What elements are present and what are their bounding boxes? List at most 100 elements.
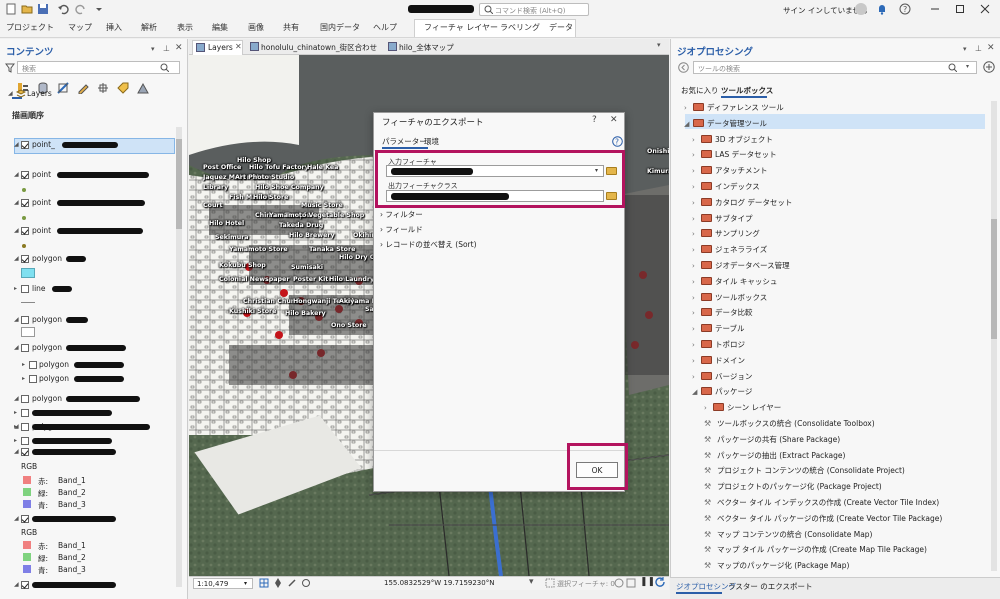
expand-arrow-icon[interactable]: ›: [692, 230, 701, 238]
expand-arrow-icon[interactable]: ◢: [14, 448, 19, 455]
tool-item[interactable]: ⚒ ベクター タイル インデックスの作成 (Create Vector Tile …: [704, 497, 939, 511]
chevron-down-icon[interactable]: ▾: [966, 63, 969, 70]
expand-arrow-icon[interactable]: ◢: [14, 316, 19, 323]
command-search[interactable]: コマンド検索 (Alt+Q): [479, 3, 589, 16]
pane-menu-icon[interactable]: ▾: [151, 45, 155, 53]
expand-arrow-icon[interactable]: ›: [692, 294, 701, 302]
pane-menu-icon[interactable]: ▾: [963, 45, 967, 53]
map-tab-layers[interactable]: Layers ✕: [192, 40, 243, 55]
collapse-arrow-icon[interactable]: ◢: [692, 388, 701, 396]
tab-help[interactable]: ヘルプ: [373, 22, 397, 33]
tab-analysis[interactable]: 解析: [141, 22, 157, 33]
tool-item[interactable]: ⚒ プロジェクト コンテンツの統合 (Consolidate Project): [704, 465, 905, 479]
toolset-item[interactable]: › シーン レイヤー: [704, 402, 781, 416]
snapping-icon[interactable]: [97, 82, 109, 94]
expand-arrow-icon[interactable]: ▸: [14, 437, 17, 444]
pin-icon[interactable]: ⊥: [975, 44, 982, 53]
layer-visibility-checkbox[interactable]: [21, 409, 29, 417]
layer-visibility-checkbox[interactable]: [21, 448, 29, 456]
expand-arrow-icon[interactable]: ›: [692, 309, 701, 317]
toolset-item[interactable]: › インデックス: [692, 181, 760, 195]
collapse-arrow-icon[interactable]: ◢: [8, 90, 13, 97]
expand-arrow-icon[interactable]: ›: [692, 167, 701, 175]
expand-arrow-icon[interactable]: ◢: [14, 255, 19, 262]
contents-search-input[interactable]: 検索: [17, 61, 180, 74]
toolset-item[interactable]: › アタッチメント: [692, 165, 768, 179]
toolset-item[interactable]: › テーブル: [692, 323, 745, 337]
expand-arrow-icon[interactable]: ›: [684, 104, 693, 112]
expand-arrow-icon[interactable]: ›: [692, 215, 701, 223]
labeling-icon[interactable]: [117, 82, 129, 94]
expand-arrow-icon[interactable]: ›: [692, 199, 701, 207]
tool-item[interactable]: ⚒ パッケージの共有 (Share Package): [704, 434, 840, 448]
expand-arrow-icon[interactable]: ›: [692, 136, 701, 144]
layer-visibility-checkbox[interactable]: [21, 227, 29, 235]
layer-visibility-checkbox[interactable]: [21, 581, 29, 589]
layer-visibility-checkbox[interactable]: [21, 395, 29, 403]
customize-qat-icon[interactable]: [93, 3, 105, 15]
toolset-item[interactable]: › データ比較: [692, 307, 753, 321]
tool-item[interactable]: ⚒ パッケージの抽出 (Extract Package): [704, 450, 845, 464]
expand-arrow-icon[interactable]: ▸: [22, 361, 25, 368]
maximize-icon[interactable]: [955, 4, 965, 14]
tab-view[interactable]: 表示: [177, 22, 193, 33]
toolset-item[interactable]: › LAS データセット: [692, 149, 777, 163]
tab-feature-layer[interactable]: フィーチャ レイヤー: [424, 22, 498, 33]
expand-arrow-icon[interactable]: ◢: [14, 141, 19, 148]
tool-item[interactable]: ⚒ マップのパッケージ化 (Package Map): [704, 560, 849, 574]
toolset-item[interactable]: › バージョン: [692, 371, 752, 385]
tool-help-icon[interactable]: ?: [612, 136, 623, 147]
section-sort[interactable]: › レコードの並べ替え (Sort): [380, 239, 477, 250]
close-tab-icon[interactable]: ✕: [235, 42, 242, 51]
expand-arrow-icon[interactable]: ◢: [14, 199, 19, 206]
toolset-item[interactable]: › 3D オブジェクト: [692, 134, 773, 148]
pin-icon[interactable]: ⊥: [163, 44, 170, 53]
toolset-item[interactable]: › タイル キャッシュ: [692, 276, 777, 290]
expand-arrow-icon[interactable]: ›: [692, 341, 701, 349]
tab-edit[interactable]: 編集: [212, 22, 228, 33]
tab-parameters[interactable]: パラメーター: [382, 136, 427, 147]
tab-map[interactable]: マップ: [68, 22, 92, 33]
pause-drawing-icon[interactable]: ❚❚: [640, 577, 655, 587]
toolset-item[interactable]: › ジオデータベース管理: [692, 260, 790, 274]
close-window-icon[interactable]: [980, 4, 990, 14]
section-filter[interactable]: › フィルター: [380, 209, 423, 220]
toolset-item[interactable]: › トポロジ: [692, 339, 745, 353]
toolset-item[interactable]: › カタログ データセット: [692, 197, 792, 211]
toolset-item[interactable]: ◢ データ管理ツール: [684, 118, 767, 132]
filter-icon[interactable]: [5, 63, 15, 73]
expand-arrow-icon[interactable]: ◢: [14, 344, 19, 351]
select-all-icon[interactable]: [545, 578, 555, 588]
tab-share[interactable]: 共有: [283, 22, 299, 33]
expand-arrow-icon[interactable]: ›: [692, 151, 701, 159]
toolset-item[interactable]: › ツールボックス: [692, 292, 767, 306]
new-project-icon[interactable]: [5, 3, 17, 15]
expand-arrow-icon[interactable]: ▸: [22, 375, 25, 382]
tab-toolboxes[interactable]: ツールボックス: [721, 85, 773, 96]
tool-item[interactable]: ⚒ ツールボックスの統合 (Consolidate Toolbox): [704, 418, 875, 432]
tab-favorites[interactable]: お気に入り: [681, 85, 719, 96]
tab-labeling[interactable]: ラベリング: [500, 22, 540, 33]
expand-arrow-icon[interactable]: ◢: [14, 395, 19, 402]
dialog-help-button[interactable]: ?: [592, 115, 597, 125]
layer-visibility-checkbox[interactable]: [21, 423, 29, 431]
add-icon[interactable]: [983, 61, 995, 73]
expand-arrow-icon[interactable]: ◢: [14, 581, 19, 588]
editing-icon[interactable]: [77, 82, 89, 94]
layer-visibility-checkbox[interactable]: [29, 375, 37, 383]
save-project-icon[interactable]: [37, 3, 49, 15]
map-tab-honolulu[interactable]: honolulu_chinatown_街区合わせ: [247, 40, 383, 55]
clear-selection-icon[interactable]: [626, 578, 636, 588]
layer-visibility-checkbox[interactable]: [21, 515, 29, 523]
expand-arrow-icon[interactable]: ›: [692, 183, 701, 191]
snapping-toggle-icon[interactable]: [287, 578, 297, 588]
zoom-extent-icon[interactable]: [614, 578, 624, 588]
layer-visibility-checkbox[interactable]: [29, 361, 37, 369]
toolset-item[interactable]: › ジェネラライズ: [692, 244, 767, 258]
expand-arrow-icon[interactable]: ▸: [14, 285, 17, 292]
layer-visibility-checkbox[interactable]: [21, 344, 29, 352]
tab-data[interactable]: データ: [549, 22, 573, 33]
expand-arrow-icon[interactable]: ›: [704, 404, 713, 412]
layer-visibility-checkbox[interactable]: [21, 437, 29, 445]
refresh-icon[interactable]: [655, 577, 666, 588]
